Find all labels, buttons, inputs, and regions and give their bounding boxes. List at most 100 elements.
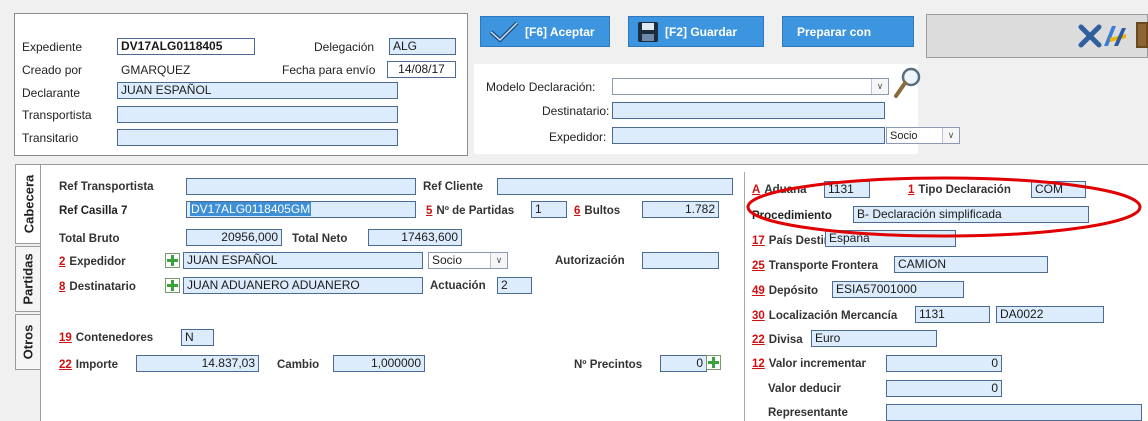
deposito-field[interactable]: ESIA57001000 [832,281,964,298]
importe-label: 22 Importe [59,358,118,373]
tab-otros[interactable]: Otros [15,314,41,370]
modelo-destinatario-label: Destinatario: [542,104,610,118]
valor-incrementar-number: 12 [752,358,765,370]
localizacion-mercancia-field-2[interactable]: DA0022 [996,306,1104,323]
cambio-label: Cambio [277,359,320,371]
importe-number: 22 [59,359,72,371]
valor-deducir-label: Valor deducir [768,383,841,395]
destinatario-label-text: Destinatario [69,281,136,293]
creado-value: GMARQUEZ [121,63,191,77]
ref-casilla-field[interactable]: DV17ALG0118405GM [186,201,416,218]
partidas-field[interactable]: 1 [531,201,567,218]
preparar-label: Preparar con [797,24,872,39]
valor-incrementar-label: 12 Valor incrementar [752,357,866,372]
deposito-label: 49 Depósito [752,284,818,299]
localizacion-mercancia-label-text: Localización Mercancía [768,310,898,322]
chevron-down-icon: ∨ [871,79,888,94]
checkmark-icon [489,21,519,43]
destinatario-field[interactable]: JUAN ADUANERO ADUANERO [183,277,423,294]
expediente-field[interactable]: DV17ALG0118405 [117,38,255,55]
deposito-number: 49 [752,285,765,297]
aceptar-label: [F6] Aceptar [525,24,595,39]
declarante-field[interactable]: JUAN ESPAÑOL [117,82,398,99]
preparar-button[interactable]: Preparar con [782,16,914,47]
floppy-disk-icon [638,21,658,42]
fecha-envio-field[interactable]: 14/08/17 [387,61,456,78]
transporte-frontera-label: 25 Transporte Frontera [752,259,878,274]
search-icon[interactable] [893,66,923,100]
add-destinatario-icon[interactable] [165,278,180,293]
partidas-number: 5 [426,205,433,217]
actuacion-label: Actuación [430,280,486,292]
total-bruto-field[interactable]: 20956,000 [186,229,282,246]
valor-deducir-field[interactable]: 0 [886,380,1002,397]
ref-transportista-label: Ref Transportista [59,181,154,193]
transporte-frontera-field[interactable]: CAMION [894,256,1048,273]
modelo-socio-select[interactable]: Socio ∨ [886,127,960,144]
close-icon[interactable] [1078,24,1102,48]
total-neto-field[interactable]: 17463,600 [368,229,462,246]
divisa-label: 22 Divisa [752,333,803,348]
representante-label: Representante [768,407,848,419]
importe-field[interactable]: 14.837,03 [136,355,259,372]
representante-field[interactable] [886,404,1142,421]
contenedores-label-text: Contenedores [75,332,154,344]
total-neto-label: Total Neto [292,233,348,245]
creado-label: Creado por [22,63,83,77]
bultos-label-text: Bultos [584,205,621,217]
tax-agency-logo-icon[interactable] [1102,24,1128,48]
cambio-field[interactable]: 1,000000 [333,355,425,372]
deposito-label-text: Depósito [768,285,818,297]
partidas-label-text: Nº de Partidas [436,205,515,217]
contenedores-number: 19 [59,332,72,344]
aceptar-button[interactable]: [F6] Aceptar [480,16,610,47]
transitario-field[interactable] [117,129,398,146]
transportista-field[interactable] [117,106,398,123]
tab-partidas[interactable]: Partidas [15,246,41,312]
ref-cliente-label: Ref Cliente [423,181,484,193]
tab-cabecera-label: Cabecera [21,174,36,234]
ref-casilla-label: Ref Casilla 7 [59,205,128,217]
precintos-field[interactable]: 0 [660,355,707,372]
localizacion-mercancia-number: 30 [752,310,765,322]
guardar-button[interactable]: [F2] Guardar [628,16,764,47]
expediente-label: Expediente [22,40,83,54]
divisa-label-text: Divisa [768,334,803,346]
divisa-field[interactable]: Euro [811,330,937,347]
ref-casilla-value: DV17ALG0118405GM [190,202,312,216]
delegacion-label: Delegación [314,40,375,54]
add-expedidor-icon[interactable] [165,253,180,268]
modelo-select[interactable]: ∨ [612,78,889,95]
autorizacion-field[interactable] [642,252,719,269]
bultos-label: 6 Bultos [574,204,620,219]
expedidor-socio-select[interactable]: Socio ∨ [428,252,508,269]
autorizacion-label: Autorización [555,255,625,267]
expedidor-number: 2 [59,256,66,268]
ref-cliente-field[interactable] [497,178,733,195]
actuacion-field[interactable]: 2 [497,277,532,294]
ref-transportista-field[interactable] [186,178,416,195]
bultos-field[interactable]: 1.782 [642,201,719,218]
bultos-number: 6 [574,205,581,217]
importe-label-text: Importe [75,359,118,371]
modelo-expedidor-field[interactable] [612,127,885,144]
add-precinto-icon[interactable] [706,355,721,370]
delegacion-field[interactable]: ALG [389,38,456,55]
localizacion-mercancia-label: 30 Localización Mercancía [752,309,897,324]
contenedores-label: 19 Contenedores [59,331,153,346]
valor-incrementar-field[interactable]: 0 [886,355,1002,372]
expedidor-label: 2 Expedidor [59,255,126,270]
modelo-destinatario-field[interactable] [612,102,885,119]
contenedores-field[interactable]: N [181,329,214,346]
total-bruto-label: Total Bruto [59,233,120,245]
expedidor-field[interactable]: JUAN ESPAÑOL [183,252,423,269]
tab-partidas-label: Partidas [20,253,36,305]
exit-door-icon[interactable] [1136,22,1148,48]
expedidor-socio-value: Socio [432,253,463,267]
declarante-label: Declarante [22,86,81,100]
fecha-envio-label: Fecha para envío [282,63,376,77]
tab-cabecera[interactable]: Cabecera [15,164,41,244]
guardar-label: [F2] Guardar [665,24,738,39]
localizacion-mercancia-field-1[interactable]: 1131 [915,306,990,323]
modelo-socio-value: Socio [890,130,918,142]
